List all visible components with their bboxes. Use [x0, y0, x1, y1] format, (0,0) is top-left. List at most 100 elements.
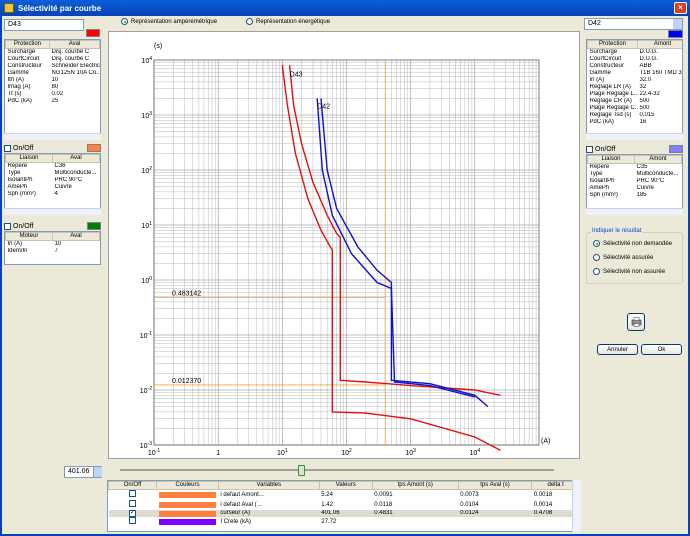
left-moteur-row[interactable]: In (A) 10 — [6, 241, 100, 249]
selectivity-chart[interactable]: 0.483142 0.012370 D43 D42 104 103 102 101 100 10-… — [109, 32, 579, 466]
left-liaison-row[interactable]: AmePh Cuivre — [6, 184, 100, 191]
cursor-value-dropdown[interactable] — [93, 467, 102, 477]
results-header[interactable]: Couleurs — [156, 481, 219, 490]
results-row-color[interactable] — [158, 510, 217, 517]
results-table-scrollbar[interactable] — [572, 480, 581, 532]
left-onoff-2-checkbox[interactable] — [4, 222, 11, 230]
right-liaison-row[interactable]: IsolantPh PRC 90°C — [588, 178, 682, 185]
right-liaison-header[interactable]: Amont — [634, 155, 682, 164]
left-liaison-header[interactable]: Aval — [52, 154, 100, 163]
result-option-0-radio[interactable] — [593, 240, 600, 247]
left-liaison-row[interactable]: Repere C36 — [6, 163, 100, 171]
right-protection-scrollbar[interactable] — [586, 133, 683, 140]
results-table[interactable]: On/Off Couleurs Variables Valeurs tps Amont … — [107, 480, 581, 532]
results-row-checkbox[interactable]: ✓ — [129, 510, 137, 517]
right-protection-row[interactable]: Plage Reglage L... 22.4-32 — [588, 91, 683, 98]
left-device-field[interactable]: D43 — [4, 19, 84, 31]
cursor-slider-track[interactable] — [120, 469, 554, 471]
results-row[interactable]: ✓ curseur (A) 401.06 0.4831 0.0124 0.4708 — [108, 510, 580, 517]
option-ampere-radio[interactable] — [121, 18, 128, 25]
results-row-checkbox[interactable] — [129, 490, 137, 497]
left-protection-row[interactable]: Surcharge Disj. courbe C — [6, 49, 100, 57]
left-protection-row[interactable]: PdC (kA) 25 — [6, 98, 100, 105]
result-option-0[interactable]: Sélectivité non demandée — [593, 240, 672, 247]
results-header[interactable]: Variables — [217, 481, 320, 490]
left-protection-row[interactable]: Constructeur Schneider Electric — [6, 63, 100, 70]
right-protection-header[interactable]: Protection — [587, 40, 638, 49]
right-liaison-row[interactable]: Repere C35 — [588, 164, 682, 172]
option-energy[interactable]: Représentation énergétique — [246, 18, 330, 25]
left-protection-row[interactable]: Tt (s) 0.02 — [6, 91, 100, 98]
left-protection-row[interactable]: Gamme NG125N 10A Co... — [6, 70, 100, 77]
left-liaison-row[interactable]: IsolantPh PRC 90°C — [6, 177, 100, 184]
results-header[interactable]: tps Aval (s) — [457, 481, 533, 490]
left-liaison-row[interactable]: Type Multiconducte... — [6, 170, 100, 177]
right-protection-row[interactable]: Reglage CR (A) 500 — [588, 98, 683, 105]
right-device-dropdown[interactable] — [673, 19, 682, 29]
right-liaison-row[interactable]: Sph (mm²) 185 — [588, 192, 682, 199]
results-row-color[interactable] — [158, 502, 217, 508]
right-protection-row[interactable]: In (A) 32.0 — [588, 77, 683, 84]
results-row-color[interactable] — [158, 519, 217, 525]
right-onoff-1-checkbox[interactable] — [586, 145, 593, 153]
left-protection-scrollbar[interactable] — [4, 133, 101, 140]
right-protection-row[interactable]: Surcharge D.U.G. — [588, 49, 683, 57]
left-protection-header[interactable]: Aval — [49, 40, 100, 49]
results-header[interactable]: Valeurs — [318, 481, 373, 490]
right-protection-row[interactable]: CourtCircuit D.U.G. — [588, 56, 683, 63]
close-button[interactable]: × — [674, 2, 687, 14]
print-button[interactable] — [627, 313, 645, 331]
left-onoff-2-color[interactable] — [87, 222, 101, 230]
results-row-color[interactable] — [158, 492, 217, 498]
ok-button[interactable]: Ok — [641, 344, 682, 355]
left-moteur-header[interactable]: Aval — [52, 232, 100, 241]
right-protection-header[interactable]: Amont — [637, 40, 682, 49]
left-moteur-row[interactable]: Idem/In 7 — [6, 248, 100, 255]
right-protection-grid[interactable]: Protection Amont Surcharge D.U.G. CourtCircu… — [586, 39, 683, 139]
right-onoff-1[interactable]: On/Off — [586, 144, 683, 154]
right-liaison-header[interactable]: Liaison — [587, 155, 635, 164]
right-protection-row[interactable]: Plage Reglage C... 500 — [588, 105, 683, 112]
left-liaison-grid[interactable]: Liaison Aval Repere C36 Type Multiconducte...… — [4, 153, 101, 213]
right-protection-row[interactable]: Reglage Tsd (s) 0.015 — [588, 112, 683, 119]
right-liaison-row[interactable]: Type Multiconducte... — [588, 171, 682, 178]
option-energy-radio[interactable] — [246, 18, 253, 25]
left-onoff-2[interactable]: On/Off — [4, 221, 101, 231]
left-protection-row[interactable]: Imag (A) 80 — [6, 84, 100, 91]
right-protection-row[interactable]: Gamme T1B 160 TMD 3... — [588, 70, 683, 77]
right-onoff-1-color[interactable] — [669, 145, 683, 153]
results-row-checkbox[interactable] — [129, 500, 137, 507]
right-protection-row[interactable]: PdC (kA) 16 — [588, 119, 683, 126]
selectivity-plot-area[interactable]: 0.483142 0.012370 D43 D42 104 103 102 101 100 10-… — [108, 31, 580, 466]
option-ampere[interactable]: Représentation ampèremétrique — [121, 18, 217, 25]
right-liaison-scrollbar[interactable] — [586, 208, 683, 215]
right-protection-row[interactable]: Reglage LR (A) 32 — [588, 84, 683, 91]
left-onoff-1-color[interactable] — [87, 144, 101, 152]
result-option-2[interactable]: Sélectivité non assurée — [593, 268, 665, 275]
left-protection-row[interactable]: CourtCircuit Disj. courbe C — [6, 56, 100, 63]
results-row[interactable]: I Crete (kA) 27.72 — [109, 517, 580, 527]
left-device-color[interactable] — [86, 29, 100, 37]
left-liaison-header[interactable]: Liaison — [5, 154, 53, 163]
left-onoff-1-checkbox[interactable] — [4, 144, 11, 152]
right-device-color[interactable] — [668, 30, 683, 38]
left-protection-row[interactable]: Ith (A) 10 — [6, 77, 100, 84]
results-header[interactable]: On/Off — [108, 481, 158, 490]
left-liaison-row[interactable]: Sph (mm²) 4 — [6, 191, 100, 198]
right-liaison-grid[interactable]: Liaison Amont Repere C35 Type Multiconducte..… — [586, 154, 683, 214]
left-moteur-header[interactable]: Moteur — [5, 232, 53, 241]
left-protection-grid[interactable]: Protection Aval Surcharge Disj. courbe C Cou… — [4, 39, 101, 139]
cursor-slider-thumb[interactable] — [298, 465, 305, 476]
results-row-checkbox[interactable] — [129, 517, 137, 524]
left-onoff-1[interactable]: On/Off — [4, 143, 101, 153]
result-option-1[interactable]: Sélectivité assurée — [593, 254, 653, 261]
left-liaison-scrollbar[interactable] — [4, 208, 101, 215]
cancel-button[interactable]: Annuler — [597, 344, 638, 355]
right-device-field[interactable]: D42 — [584, 18, 683, 30]
right-protection-row[interactable]: Constructeur ABB — [588, 63, 683, 70]
result-option-1-radio[interactable] — [593, 254, 600, 261]
result-option-2-radio[interactable] — [593, 268, 600, 275]
right-liaison-row[interactable]: AmePh Cuivre — [588, 185, 682, 192]
results-row[interactable]: i defaut Amont... 5.24 0.0091 0.0073 0.0018 — [109, 490, 580, 501]
left-protection-header[interactable]: Protection — [5, 40, 50, 49]
